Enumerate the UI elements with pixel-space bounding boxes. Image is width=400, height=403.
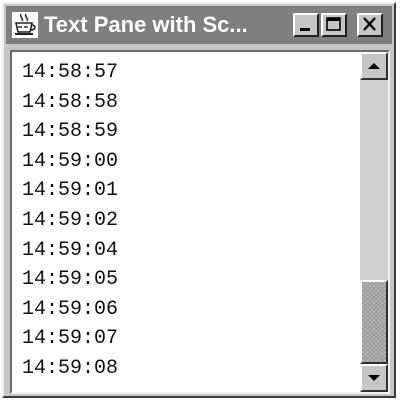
title-bar[interactable]: Text Pane with Sc... <box>6 6 392 44</box>
text-line: 14:59:04 <box>22 238 119 262</box>
scroll-up-button[interactable] <box>360 52 388 80</box>
text-line: 14:58:58 <box>22 90 119 114</box>
up-arrow-icon <box>368 63 380 69</box>
app-window: Text Pane with Sc... 14:58:57 14:58:58 1… <box>2 2 396 398</box>
scrollbar-thumb[interactable] <box>360 280 388 364</box>
text-line: 14:59:07 <box>22 327 119 351</box>
window-title: Text Pane with Sc... <box>44 12 248 37</box>
close-button[interactable] <box>357 13 383 37</box>
scrollbar-track[interactable] <box>360 80 388 364</box>
text-lines: 14:58:57 14:58:58 14:58:59 14:59:00 14:5… <box>12 52 358 384</box>
text-line: 14:59:06 <box>22 297 119 321</box>
java-cup-icon[interactable] <box>12 12 38 38</box>
scroll-down-button[interactable] <box>360 364 388 392</box>
vertical-scrollbar[interactable] <box>360 52 388 392</box>
minimize-icon <box>300 28 310 31</box>
text-line: 14:59:05 <box>22 268 119 292</box>
text-line: 14:59:01 <box>22 179 119 203</box>
minimize-button[interactable] <box>293 13 319 37</box>
text-line: 14:59:02 <box>22 208 119 232</box>
text-line: 14:58:57 <box>22 61 119 84</box>
close-icon <box>363 17 376 31</box>
text-pane[interactable]: 14:58:57 14:58:58 14:58:59 14:59:00 14:5… <box>12 52 358 392</box>
text-line: 14:59:08 <box>22 356 119 380</box>
maximize-icon <box>326 17 341 31</box>
text-line: 14:58:59 <box>22 120 119 144</box>
down-arrow-icon <box>368 375 380 381</box>
maximize-button[interactable] <box>321 13 347 37</box>
scroll-pane: 14:58:57 14:58:58 14:58:59 14:59:00 14:5… <box>10 50 390 394</box>
text-line: 14:59:00 <box>22 149 119 173</box>
